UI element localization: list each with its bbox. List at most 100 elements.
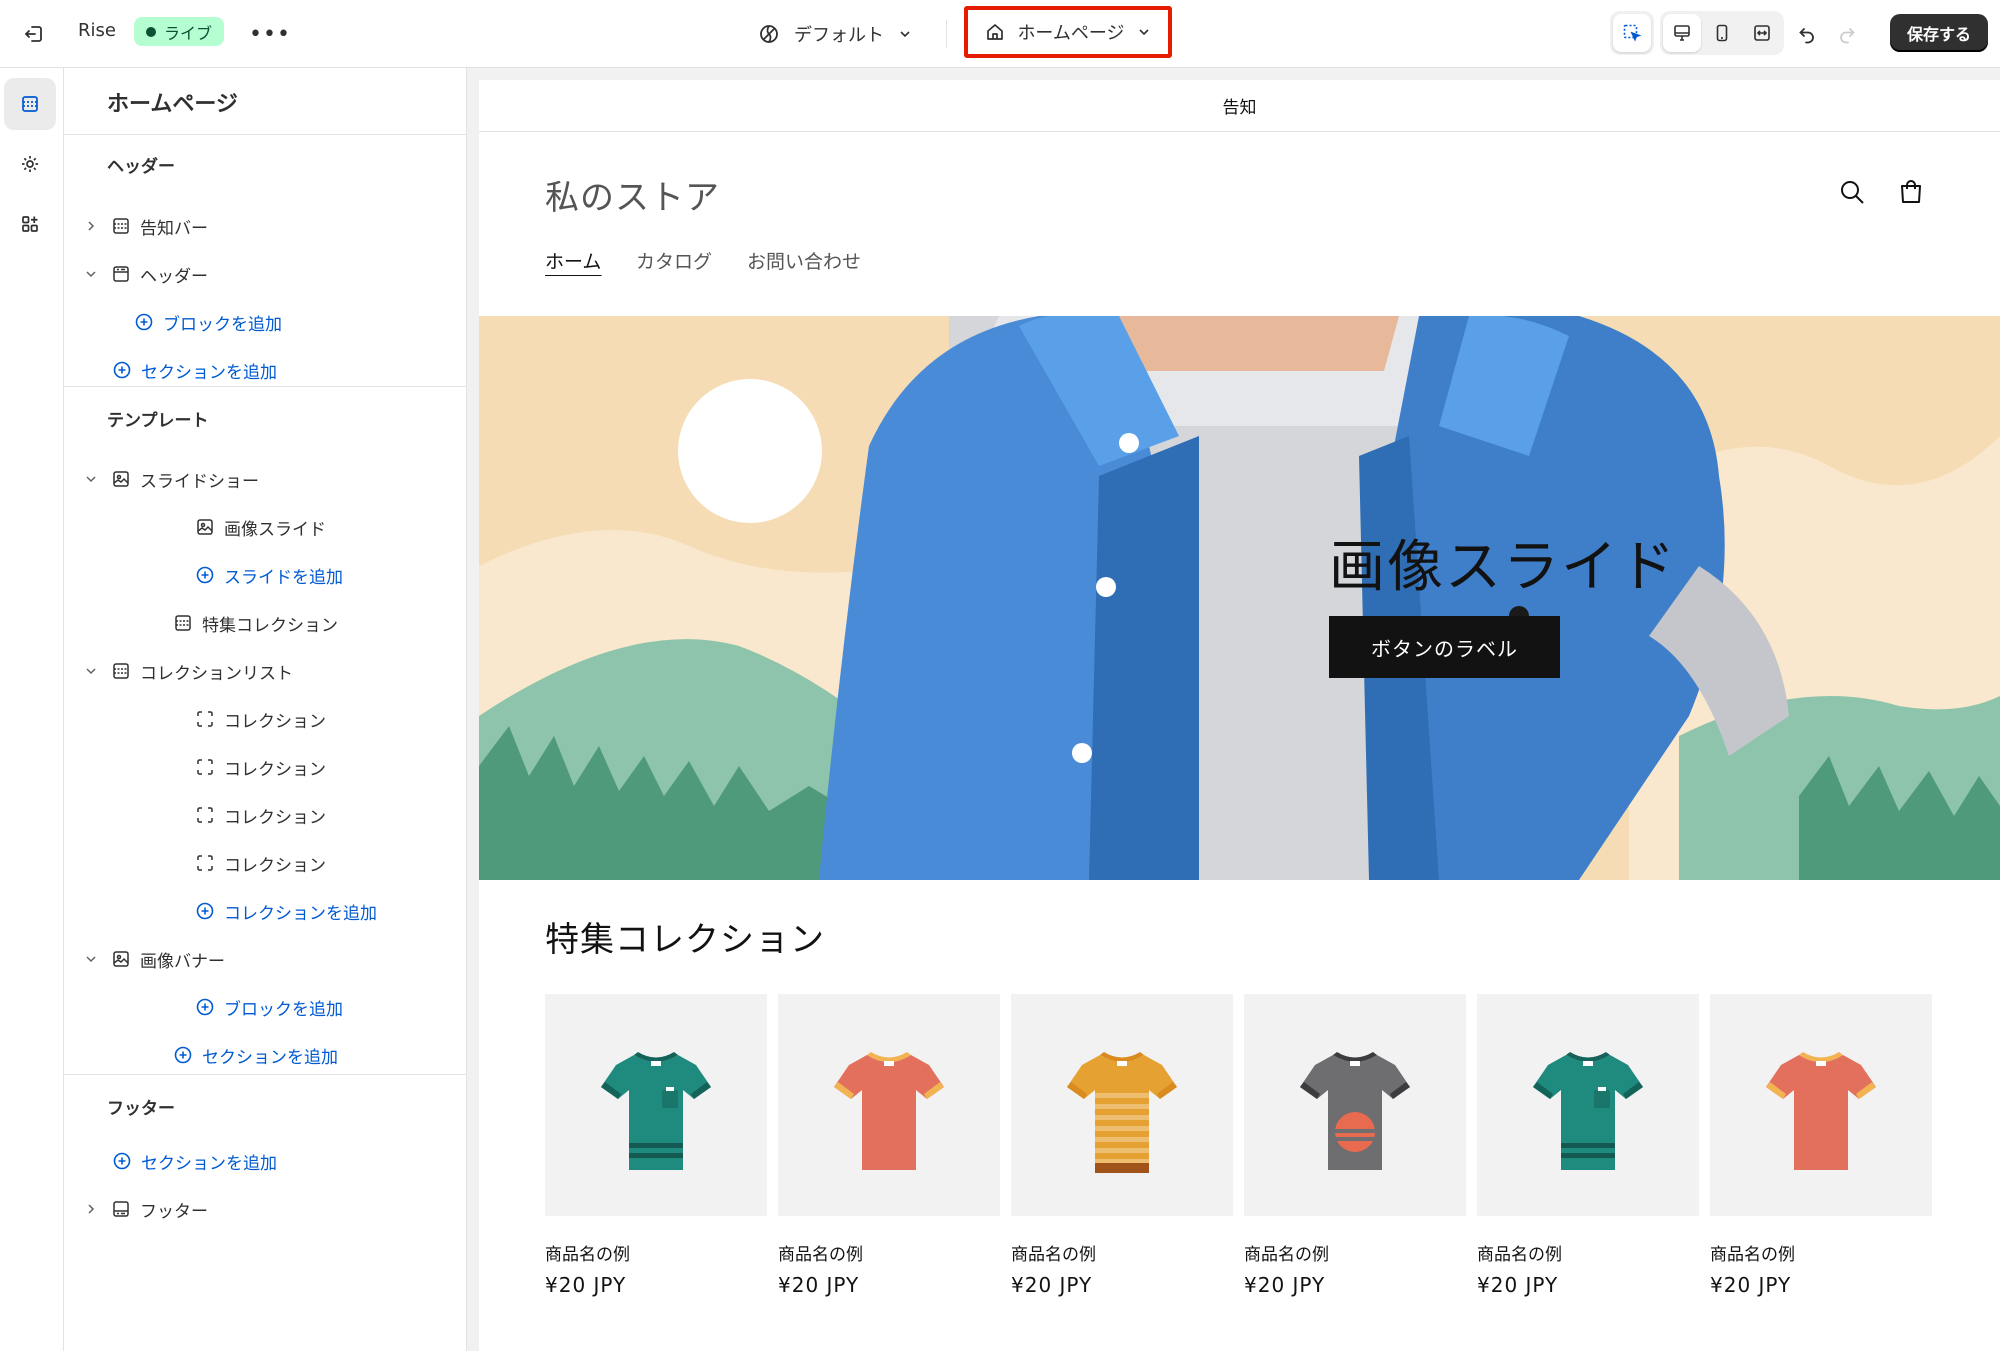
hero-illustration	[479, 316, 2000, 880]
apps-icon	[22, 216, 38, 232]
add-block-image-banner[interactable]: ブロックを追加	[194, 989, 343, 1025]
live-label: ライブ	[164, 23, 213, 43]
product-card[interactable]: 商品名の例 ¥20 JPY	[545, 994, 767, 1297]
search-button[interactable]	[1832, 172, 1872, 212]
tshirt-icon	[1300, 1052, 1410, 1170]
section-header[interactable]: ヘッダー	[84, 256, 208, 292]
cart-button[interactable]	[1891, 172, 1931, 212]
save-button[interactable]: 保存する	[1890, 14, 1988, 52]
add-collection[interactable]: コレクションを追加	[194, 893, 377, 929]
product-price: ¥20 JPY	[1244, 1273, 1326, 1297]
chevron-down-icon	[84, 952, 98, 966]
chevron-down-icon	[900, 31, 910, 38]
desktop-view-button[interactable]	[1663, 14, 1701, 52]
hero-cta-button[interactable]: ボタンのラベル	[1329, 616, 1560, 678]
redo-button[interactable]	[1827, 14, 1867, 54]
product-image[interactable]	[545, 994, 767, 1216]
sections-tab[interactable]	[4, 78, 56, 130]
tshirt-icon	[834, 1052, 944, 1170]
add-circle-icon	[133, 311, 155, 333]
add-circle-icon	[194, 564, 216, 586]
announcement-text: 告知	[1222, 98, 1257, 118]
toolbar-divider	[946, 20, 947, 48]
header-section-icon	[110, 263, 132, 285]
hero-slideshow[interactable]: 画像スライド ボタンのラベル	[479, 316, 2000, 880]
nav-contact[interactable]: お問い合わせ	[747, 247, 861, 274]
block-collection[interactable]: コレクション	[194, 845, 326, 881]
inspector-toggle-group	[1610, 11, 1654, 55]
add-section-template[interactable]: セクションを追加	[172, 1037, 338, 1073]
theme-selector[interactable]: デフォルト	[758, 14, 912, 54]
product-card[interactable]: 商品名の例 ¥20 JPY	[1011, 994, 1233, 1297]
product-price: ¥20 JPY	[1710, 1273, 1792, 1297]
apps-tab[interactable]	[4, 198, 56, 250]
product-card[interactable]: 商品名の例 ¥20 JPY	[778, 994, 1000, 1297]
nav-catalog[interactable]: カタログ	[636, 247, 712, 274]
block-collection[interactable]: コレクション	[194, 701, 326, 737]
nav-home[interactable]: ホーム	[545, 247, 601, 274]
product-card[interactable]: 商品名の例 ¥20 JPY	[1244, 994, 1466, 1297]
announcement-bar[interactable]: 告知	[479, 80, 2000, 132]
undo-button[interactable]	[1787, 14, 1827, 54]
footer-group-label: フッター	[107, 1099, 175, 1119]
chevron-down-icon	[84, 472, 98, 486]
page-selector[interactable]: ホームページ	[964, 6, 1172, 58]
product-name[interactable]: 商品名の例	[1710, 1240, 1932, 1265]
product-card[interactable]: 商品名の例 ¥20 JPY	[1477, 994, 1699, 1297]
more-actions-button[interactable]: •••	[249, 14, 290, 54]
expand-icon	[1754, 25, 1770, 41]
product-image[interactable]	[1244, 994, 1466, 1216]
desktop-icon	[1674, 25, 1690, 41]
add-block-label: ブロックを追加	[163, 314, 282, 335]
block-collection[interactable]: コレクション	[194, 797, 326, 833]
block-image-slide[interactable]: 画像スライド	[194, 509, 326, 545]
hero-title: 画像スライド	[1329, 535, 1677, 600]
product-image[interactable]	[1477, 994, 1699, 1216]
add-block-header[interactable]: ブロックを追加	[133, 304, 282, 340]
add-block-label: ブロックを追加	[224, 999, 343, 1020]
block-collection[interactable]: コレクション	[194, 749, 326, 785]
store-logo[interactable]: 私のストア	[545, 170, 720, 219]
section-slideshow[interactable]: スライドショー	[84, 461, 259, 497]
add-slide[interactable]: スライドを追加	[194, 557, 343, 593]
block-label: コレクション	[224, 759, 326, 780]
select-cursor-icon	[1623, 24, 1642, 42]
add-section-header[interactable]: セクションを追加	[111, 352, 277, 388]
section-featured-collection[interactable]: 特集コレクション	[172, 605, 338, 641]
add-section-footer[interactable]: セクションを追加	[111, 1143, 277, 1179]
product-image[interactable]	[1710, 994, 1932, 1216]
theme-settings-tab[interactable]	[4, 138, 56, 190]
product-name[interactable]: 商品名の例	[1011, 1240, 1233, 1265]
section-label: 特集コレクション	[202, 615, 338, 636]
add-slide-label: スライドを追加	[224, 567, 343, 588]
product-card[interactable]: 商品名の例 ¥20 JPY	[1710, 994, 1932, 1297]
fullwidth-view-button[interactable]	[1743, 14, 1781, 52]
product-name[interactable]: 商品名の例	[778, 1240, 1000, 1265]
add-section-label: セクションを追加	[141, 362, 277, 383]
collection-block-icon	[194, 852, 216, 874]
add-circle-icon	[172, 1044, 194, 1066]
sidebar-divider	[64, 386, 467, 387]
store-name: Rise	[78, 20, 116, 41]
section-collection-list[interactable]: コレクションリスト	[84, 653, 293, 689]
add-circle-icon	[111, 359, 133, 381]
section-footer[interactable]: フッター	[84, 1191, 208, 1227]
mobile-view-button[interactable]	[1703, 14, 1741, 52]
editor-rail	[0, 68, 64, 1351]
tshirt-icon	[1067, 1052, 1177, 1173]
section-announcement-bar[interactable]: 告知バー	[84, 208, 208, 244]
section-label: 告知バー	[140, 218, 208, 239]
product-image[interactable]	[1011, 994, 1233, 1216]
product-price: ¥20 JPY	[1011, 1273, 1093, 1297]
product-name[interactable]: 商品名の例	[545, 1240, 767, 1265]
section-label: ヘッダー	[140, 266, 208, 287]
product-name[interactable]: 商品名の例	[1477, 1240, 1699, 1265]
section-image-banner[interactable]: 画像バナー	[84, 941, 225, 977]
add-circle-icon	[194, 900, 216, 922]
product-image[interactable]	[778, 994, 1000, 1216]
exit-button[interactable]	[14, 14, 54, 54]
inspector-button[interactable]	[1613, 14, 1651, 52]
product-name[interactable]: 商品名の例	[1244, 1240, 1466, 1265]
product-price: ¥20 JPY	[1477, 1273, 1559, 1297]
sidebar-divider	[64, 1074, 467, 1075]
